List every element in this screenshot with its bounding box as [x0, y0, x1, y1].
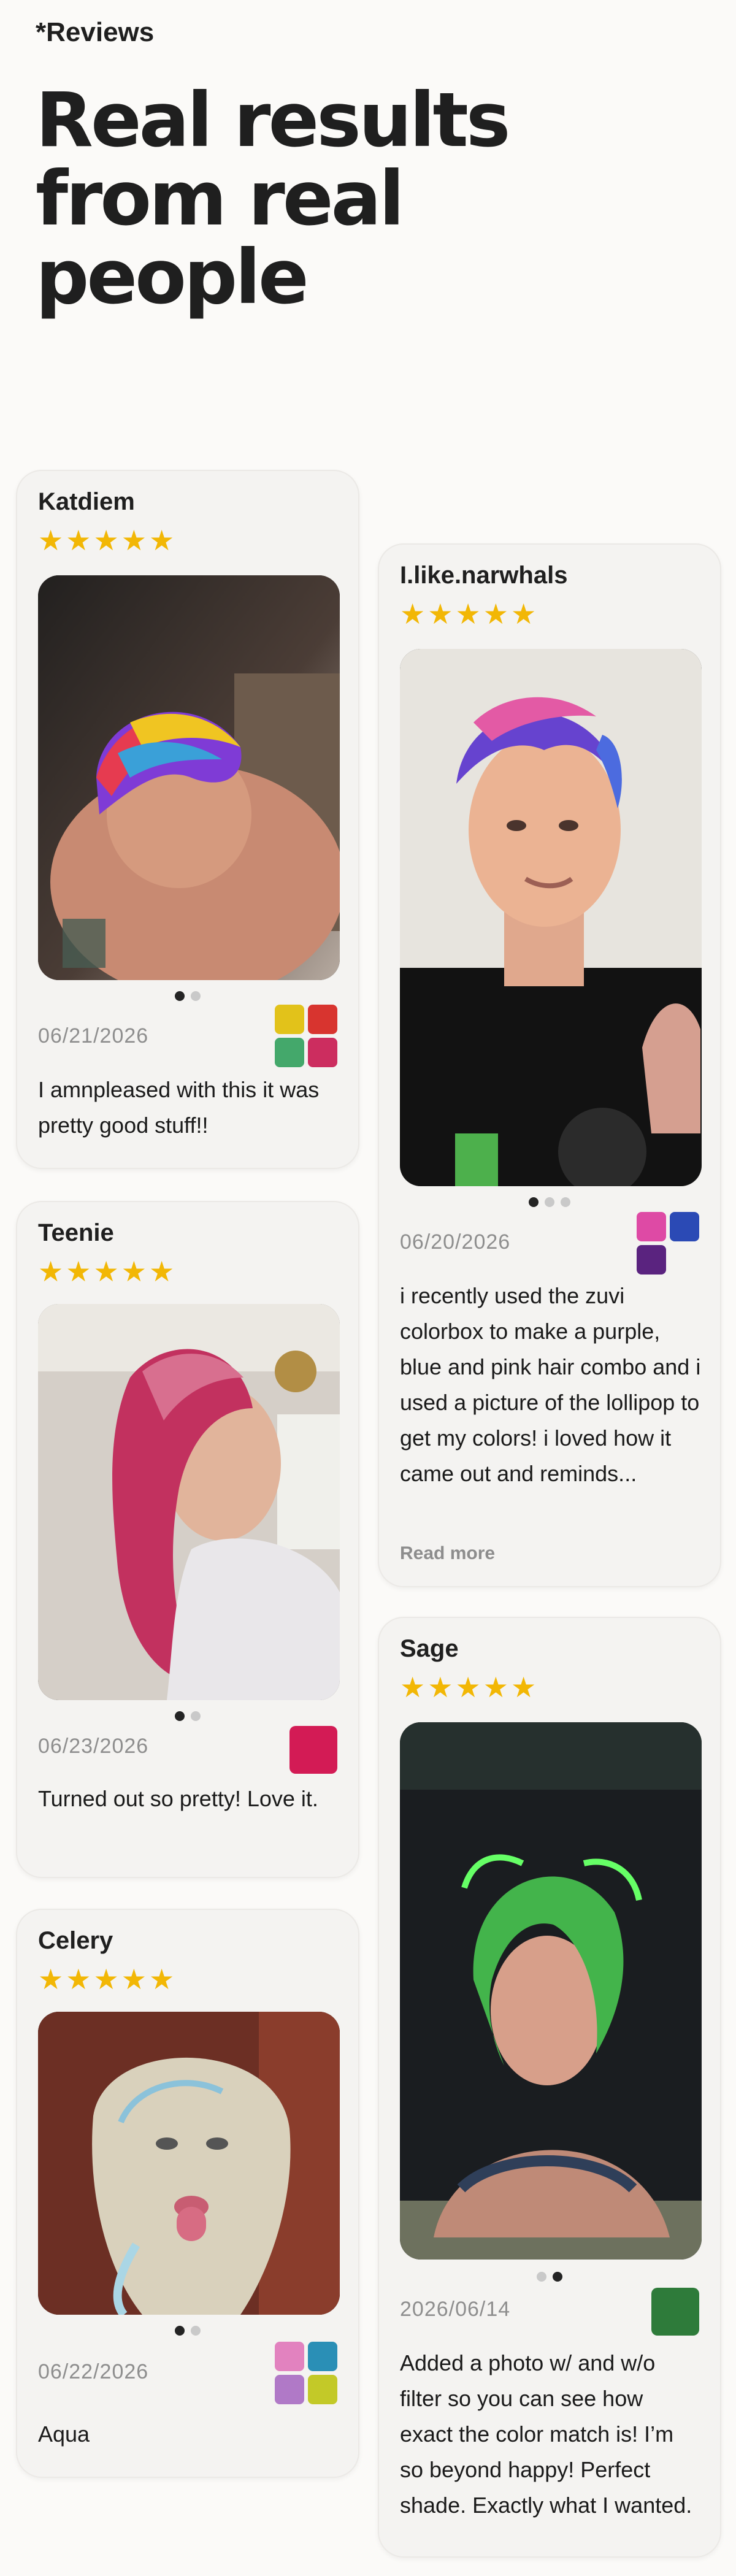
review-date: 06/20/2026: [400, 1230, 511, 1254]
review-card-teenie: Teenie ★★★★★ 06/23/2026 Turned out so pr…: [16, 1201, 359, 1878]
review-photo-image: [400, 1722, 702, 2260]
headline-line-2: from real: [36, 155, 405, 242]
read-more-link[interactable]: Read more: [400, 1543, 495, 1564]
color-swatch: [289, 1726, 337, 1774]
carousel-dot[interactable]: [175, 991, 185, 1001]
carousel-dot[interactable]: [191, 1711, 201, 1721]
reviewer-name: Celery: [38, 1927, 113, 1954]
review-text: Aqua: [38, 2421, 90, 2447]
review-photo[interactable]: [38, 575, 340, 980]
review-photo[interactable]: [400, 1722, 702, 2260]
color-swatch: [308, 1038, 337, 1067]
carousel-dot[interactable]: [191, 2326, 201, 2336]
headline-line-3: people: [36, 234, 309, 321]
color-swatch: [308, 2375, 337, 2404]
review-text: I amnpleased with this it was pretty goo…: [38, 1077, 320, 1138]
review-text: Turned out so pretty! Love it.: [38, 1786, 318, 1811]
review-photo-image: [38, 575, 340, 980]
review-photo[interactable]: [400, 649, 702, 1186]
color-swatch: [275, 1038, 304, 1067]
color-swatches: [637, 1212, 699, 1275]
reviewer-name: Teenie: [38, 1219, 114, 1246]
carousel-dot[interactable]: [561, 1197, 570, 1207]
star-rating: ★★★★★: [38, 1255, 177, 1288]
section-eyebrow: *Reviews: [36, 17, 155, 47]
carousel-dot[interactable]: [529, 1197, 539, 1207]
color-swatches: [289, 1726, 337, 1774]
color-swatch: [637, 1212, 666, 1241]
color-swatches: [651, 2288, 699, 2336]
carousel-dot[interactable]: [191, 991, 201, 1001]
star-rating: ★★★★★: [38, 524, 177, 557]
color-swatch: [637, 1245, 666, 1275]
color-swatch: [275, 1005, 304, 1034]
carousel-dot[interactable]: [545, 1197, 554, 1207]
color-swatch: [308, 1005, 337, 1034]
color-swatch: [275, 2375, 304, 2404]
carousel-dot[interactable]: [553, 2272, 562, 2282]
review-photo-image: [400, 649, 702, 1186]
carousel-dot[interactable]: [175, 1711, 185, 1721]
carousel-dot[interactable]: [175, 2326, 185, 2336]
carousel-dot[interactable]: [537, 2272, 546, 2282]
review-card-katdiem: Katdiem ★★★★★ 06/21/2026 I amnpleased wi…: [16, 470, 359, 1169]
color-swatch: [275, 2342, 304, 2371]
reviewer-name: Katdiem: [38, 488, 135, 515]
review-date: 06/23/2026: [38, 1735, 149, 1758]
carousel-dots: [17, 1711, 358, 1721]
review-date: 06/21/2026: [38, 1024, 149, 1048]
color-swatch: [651, 2288, 699, 2336]
review-date: 06/22/2026: [38, 2360, 149, 2383]
reviewer-name: I.like.narwhals: [400, 562, 568, 589]
carousel-dots: [379, 1197, 720, 1207]
review-photo[interactable]: [38, 1304, 340, 1700]
review-card-celery: Celery ★★★★★ 06/22/2026 Aqua: [16, 1909, 359, 2478]
color-swatches: [275, 2342, 337, 2404]
carousel-dots: [379, 2272, 720, 2282]
review-text: i recently used the zuvi colorbox to mak…: [400, 1283, 701, 1486]
review-photo-image: [38, 1304, 340, 1700]
star-rating: ★★★★★: [400, 1671, 539, 1704]
review-card-sage: Sage ★★★★★ 2026/06/14 Added a photo w/ a…: [378, 1617, 721, 2558]
color-swatch: [308, 2342, 337, 2371]
review-text: Added a photo w/ and w/o filter so you c…: [400, 2350, 692, 2518]
reviewer-name: Sage: [400, 1635, 459, 1662]
review-photo[interactable]: [38, 2012, 340, 2315]
carousel-dots: [17, 991, 358, 1001]
star-rating: ★★★★★: [400, 597, 539, 631]
carousel-dots: [17, 2326, 358, 2336]
color-swatch: [670, 1212, 699, 1241]
headline-line-1: Real results: [36, 77, 510, 164]
page-title: Real results from real people: [36, 81, 588, 316]
review-card-ilikenarwhals: I.like.narwhals ★★★★★ 06/20/2026 i recen…: [378, 543, 721, 1587]
color-swatches: [275, 1005, 337, 1067]
review-date: 2026/06/14: [400, 2298, 511, 2321]
star-rating: ★★★★★: [38, 1963, 177, 1996]
review-photo-image: [38, 2012, 340, 2315]
